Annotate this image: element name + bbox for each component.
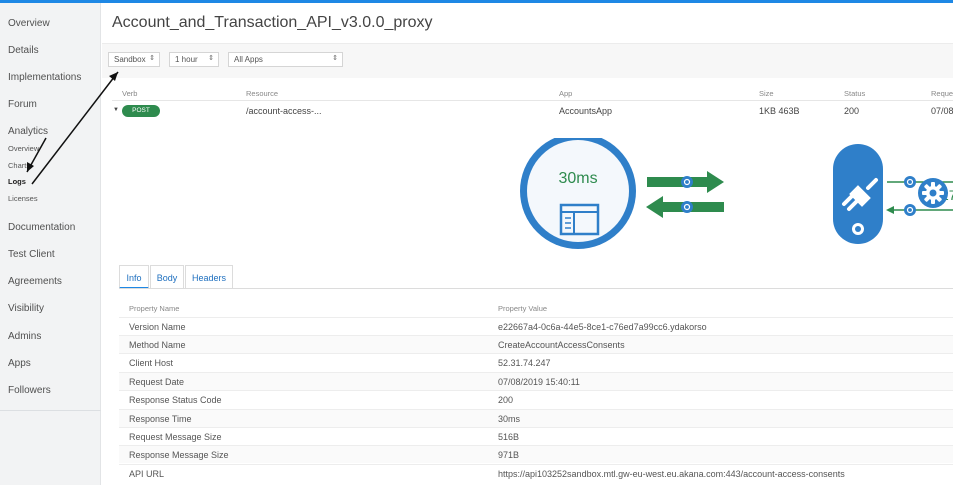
environment-select[interactable]: Sandbox ⇕ [108,52,160,67]
property-value: https://api103252sandbox.mtl.gw-eu-west.… [498,469,845,479]
property-name: Response Status Code [129,395,222,405]
sidebar-item-admins[interactable]: Admins [8,331,41,342]
tab-info[interactable]: Info [119,265,149,289]
apps-select-value: All Apps [234,55,263,64]
request-flow-diagram: 30ms [520,138,953,249]
sidebar-item-visibility[interactable]: Visibility [8,303,44,314]
sidebar-item-test-client[interactable]: Test Client [8,249,55,260]
column-header-app[interactable]: App [559,89,572,98]
property-name: Response Message Size [129,450,229,460]
gear-icon [918,178,948,208]
response-time-ring [520,138,636,249]
column-header-resource[interactable]: Resource [246,89,278,98]
property-value: 200 [498,395,514,405]
sidebar-item-implementations[interactable]: Implementations [8,72,81,83]
property-value: 516B [498,432,520,442]
sidebar: Overview Details Implementations Forum A… [0,3,101,485]
tab-headers[interactable]: Headers [185,265,233,289]
property-value: 30ms [498,414,521,424]
property-value: e22667a4-0c6a-44e5-8ce1-c76ed7a99cc6.yda… [498,322,707,332]
row-status: 200 [844,106,860,116]
property-name: Request Date [129,377,185,387]
page-title: Account_and_Transaction_API_v3.0.0_proxy [112,14,433,31]
api-plug-icon [833,144,883,244]
sidebar-item-apps[interactable]: Apps [8,358,31,369]
column-header-verb[interactable]: Verb [122,89,137,98]
row-app: AccountsApp [559,106,613,116]
updown-caret-icon: ⇕ [208,55,214,62]
column-header-request[interactable]: Reque [931,89,953,98]
column-header-status[interactable]: Status [844,89,865,98]
sidebar-item-details[interactable]: Details [8,45,39,56]
table-row: Version Name e22667a4-0c6a-44e5-8ce1-c76… [119,317,953,335]
sidebar-subitem-charts[interactable]: Charts [8,161,30,170]
apps-select[interactable]: All Apps ⇕ [228,52,343,67]
property-value: 52.31.74.247 [498,358,551,368]
tab-body[interactable]: Body [150,265,184,289]
column-header-size[interactable]: Size [759,89,774,98]
sidebar-subitem-logs[interactable]: Logs [8,177,26,186]
sidebar-item-forum[interactable]: Forum [8,99,37,110]
sidebar-item-documentation[interactable]: Documentation [8,222,75,233]
table-row: Request Message Size 516B [119,427,953,445]
time-range-select-value: 1 hour [175,55,198,64]
time-range-select[interactable]: 1 hour ⇕ [169,52,219,67]
property-name: API URL [129,469,165,479]
row-size: 1KB 463B [759,106,800,116]
sidebar-item-overview[interactable]: Overview [8,18,50,29]
main-content: Account_and_Transaction_API_v3.0.0_proxy… [102,3,953,485]
property-name: Request Message Size [129,432,222,442]
table-row: Response Message Size 971B [119,445,953,463]
property-name-header: Property Name [129,304,180,313]
row-request-date: 07/08 [931,106,953,116]
property-name: Method Name [129,340,186,350]
sidebar-item-followers[interactable]: Followers [8,385,51,396]
property-name: Version Name [129,322,186,332]
gateway-time-label: 30ms [558,170,597,187]
table-row: Client Host 52.31.74.247 [119,353,953,371]
table-row: Response Status Code 200 [119,390,953,408]
property-name: Client Host [129,358,174,368]
table-row: API URL https://api103252sandbox.mtl.gw-… [119,464,953,482]
request-arrow-right [647,171,724,193]
table-row: Request Date 07/08/2019 15:40:11 [119,372,953,390]
response-arrow-left [646,196,724,218]
table-row: Response Time 30ms [119,409,953,427]
filter-bar: Sandbox ⇕ 1 hour ⇕ All Apps ⇕ [102,43,953,78]
sidebar-subitem-licenses[interactable]: Licenses [8,194,38,203]
sidebar-divider [0,410,101,411]
sidebar-item-analytics[interactable]: Analytics [8,126,48,137]
row-resource: /account-access-... [246,106,322,116]
sidebar-item-agreements[interactable]: Agreements [8,276,62,287]
expand-row-caret-icon[interactable]: ▼ [113,107,119,113]
property-value: 971B [498,450,520,460]
updown-caret-icon: ⇕ [332,55,338,62]
property-value: 07/08/2019 15:40:11 [498,377,580,387]
verb-badge-post: POST [122,105,160,117]
sidebar-subitem-overview[interactable]: Overview [8,144,39,153]
tabs-divider [119,288,953,289]
property-name: Response Time [129,414,192,424]
property-value: CreateAccountAccessConsents [498,340,625,350]
environment-select-value: Sandbox [114,55,146,64]
updown-caret-icon: ⇕ [149,55,155,62]
table-row: Method Name CreateAccountAccessConsents [119,335,953,353]
table-header-divider [112,100,953,101]
property-value-header: Property Value [498,304,548,313]
